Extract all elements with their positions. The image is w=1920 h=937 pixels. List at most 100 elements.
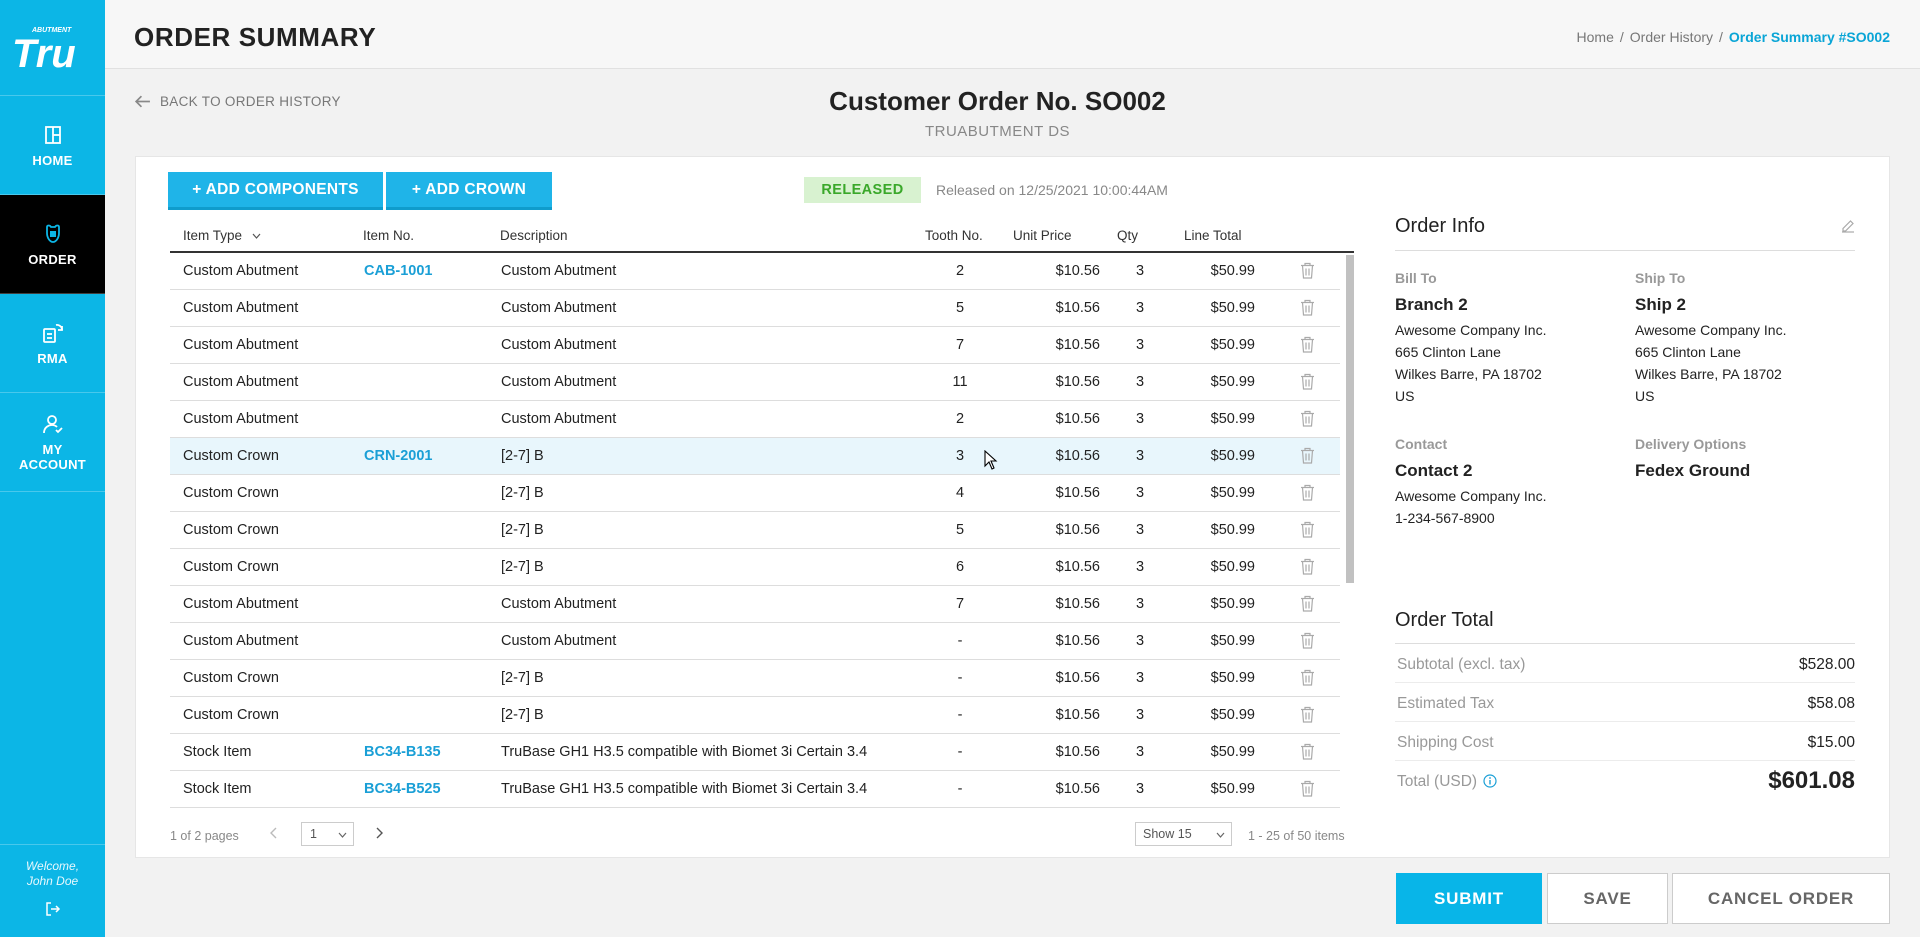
logout-icon[interactable] (45, 901, 61, 921)
trash-icon[interactable] (1300, 410, 1315, 431)
brand-logo[interactable]: ABUTMENT Tru (0, 0, 105, 96)
trash-icon[interactable] (1300, 780, 1315, 801)
cell-item-no-link[interactable]: CAB-1001 (364, 263, 433, 279)
trash-icon[interactable] (1300, 336, 1315, 357)
cell-line-total: $50.99 (1210, 522, 1255, 538)
order-icon (41, 222, 65, 252)
nav-rma[interactable]: RMA (0, 294, 105, 393)
table-row[interactable]: Custom Abutment Custom Abutment 7 $10.56 3 $5… (170, 327, 1340, 364)
cell-description: Custom Abutment (501, 596, 617, 612)
contact-details: Awesome Company Inc. 1-234-567-8900 (1395, 488, 1547, 526)
cell-description: [2-7] B (501, 522, 544, 538)
trash-icon[interactable] (1300, 743, 1315, 764)
cell-item-no-link[interactable]: CRN-2001 (364, 448, 433, 464)
trash-icon[interactable] (1300, 262, 1315, 283)
table-row[interactable]: Custom Abutment Custom Abutment 5 $10.56 3 $5… (170, 290, 1340, 327)
add-crown-button[interactable]: + ADD CROWN (386, 172, 552, 210)
cell-tooth-no: - (957, 707, 963, 723)
table-row[interactable]: Custom Crown CRN-2001 [2-7] B 3 $10.56 3 $50.9… (170, 438, 1340, 475)
cell-tooth-no: 5 (955, 300, 965, 316)
table-row[interactable]: Custom Abutment Custom Abutment 11 $10.56 3 $… (170, 364, 1340, 401)
table-row[interactable]: Custom Abutment Custom Abutment 2 $10.56 3 $5… (170, 401, 1340, 438)
customer-name: TRUABUTMENT DS (924, 123, 1071, 140)
sidebar: ABUTMENT Tru HOME ORDER RMA MY ACCOUNT W… (0, 0, 105, 937)
cell-unit-price: $10.56 (1055, 633, 1100, 649)
trash-icon[interactable] (1300, 299, 1315, 320)
breadcrumb-home[interactable]: Home (1577, 29, 1614, 45)
cell-item-no-link[interactable]: BC34-B525 (364, 781, 441, 797)
table-row[interactable]: Stock Item BC34-B135 TruBase GH1 H3.5 comp… (170, 734, 1340, 771)
table-row[interactable]: Custom Crown [2-7] B 4 $10.56 3 $50.99 (170, 475, 1340, 512)
cell-unit-price: $10.56 (1055, 781, 1100, 797)
column-header-item-type[interactable]: Item Type (183, 228, 261, 243)
trash-icon[interactable] (1300, 706, 1315, 727)
order-lines-table: Item Type Item No. Description Tooth No.… (170, 219, 1354, 809)
user-name: John Doe (26, 874, 79, 888)
cell-tooth-no: - (957, 744, 963, 760)
info-icon[interactable] (1483, 774, 1497, 793)
cell-line-total: $50.99 (1210, 374, 1255, 390)
submit-button[interactable]: SUBMIT (1396, 873, 1542, 924)
cell-tooth-no: 7 (955, 337, 965, 353)
table-row[interactable]: Custom Crown [2-7] B - $10.56 3 $50.99 (170, 660, 1340, 697)
cell-item-type: Custom Abutment (183, 300, 299, 316)
tru-logo-icon: ABUTMENT Tru (12, 27, 76, 73)
breadcrumb-order-history[interactable]: Order History (1630, 29, 1713, 45)
cell-unit-price: $10.56 (1055, 707, 1100, 723)
cell-item-type: Custom Crown (183, 522, 279, 538)
cell-line-total: $50.99 (1210, 448, 1255, 464)
cancel-order-button[interactable]: CANCEL ORDER (1672, 873, 1890, 924)
table-row[interactable]: Custom Crown [2-7] B 6 $10.56 3 $50.99 (170, 549, 1340, 586)
nav-my-account[interactable]: MY ACCOUNT (0, 393, 105, 492)
sidebar-footer: Welcome, John Doe (0, 844, 105, 937)
trash-icon[interactable] (1300, 595, 1315, 616)
trash-icon[interactable] (1300, 669, 1315, 690)
contact-label: Contact (1395, 436, 1448, 452)
cell-line-total: $50.99 (1210, 596, 1255, 612)
nav-label: RMA (37, 350, 68, 366)
cell-description: Custom Abutment (501, 633, 617, 649)
table-row[interactable]: Custom Crown [2-7] B 5 $10.56 3 $50.99 (170, 512, 1340, 549)
add-components-button[interactable]: + ADD COMPONENTS (168, 172, 383, 210)
prev-page-icon[interactable] (270, 827, 278, 842)
edit-icon[interactable] (1841, 219, 1855, 237)
bill-to-section: Bill To Branch 2 Awesome Company Inc. 66… (1395, 270, 1615, 407)
cell-unit-price: $10.56 (1055, 448, 1100, 464)
cell-item-type: Custom Crown (183, 448, 279, 464)
order-info-title: Order Info (1395, 215, 1486, 237)
bill-to-name: Branch 2 (1395, 295, 1468, 314)
cell-unit-price: $10.56 (1055, 374, 1100, 390)
nav-label: ORDER (28, 251, 77, 267)
cell-qty: 3 (1135, 448, 1145, 464)
table-row[interactable]: Custom Abutment Custom Abutment - $10.56 3 $5… (170, 623, 1340, 660)
page-size-select[interactable]: Show 15 (1135, 822, 1232, 846)
cell-item-type: Custom Crown (183, 485, 279, 501)
cell-tooth-no: - (957, 633, 963, 649)
table-row[interactable]: Stock Item BC34-B525 TruBase GH1 H3.5 comp… (170, 771, 1340, 808)
top-header: ORDER SUMMARY Home / Order History / Order S… (105, 0, 1920, 69)
next-page-icon[interactable] (375, 827, 383, 842)
back-to-order-history-link[interactable]: BACK TO ORDER HISTORY (134, 93, 341, 110)
table-row[interactable]: Custom Crown [2-7] B - $10.56 3 $50.99 (170, 697, 1340, 734)
nav-order[interactable]: ORDER (0, 195, 105, 294)
trash-icon[interactable] (1300, 447, 1315, 468)
cell-item-type: Custom Crown (183, 559, 279, 575)
column-header-description: Description (500, 228, 568, 243)
cell-qty: 3 (1135, 559, 1145, 575)
cell-tooth-no: 2 (955, 411, 965, 427)
table-scrollbar[interactable] (1346, 255, 1354, 583)
trash-icon[interactable] (1300, 558, 1315, 579)
trash-icon[interactable] (1300, 484, 1315, 505)
cell-item-no-link[interactable]: BC34-B135 (364, 744, 441, 760)
table-row[interactable]: Custom Abutment Custom Abutment 7 $10.56 3 $5… (170, 586, 1340, 623)
page-select[interactable]: 1 (301, 822, 354, 846)
trash-icon[interactable] (1300, 373, 1315, 394)
table-row[interactable]: Custom Abutment CAB-1001 Custom Abutment 2 $… (170, 253, 1340, 290)
cell-item-type: Custom Abutment (183, 596, 299, 612)
save-button[interactable]: SAVE (1547, 873, 1668, 924)
trash-icon[interactable] (1300, 521, 1315, 542)
table-rows: Custom Abutment CAB-1001 Custom Abutment 2 $… (170, 253, 1340, 808)
nav-home[interactable]: HOME (0, 96, 105, 195)
trash-icon[interactable] (1300, 632, 1315, 653)
cell-tooth-no: 11 (952, 374, 968, 390)
